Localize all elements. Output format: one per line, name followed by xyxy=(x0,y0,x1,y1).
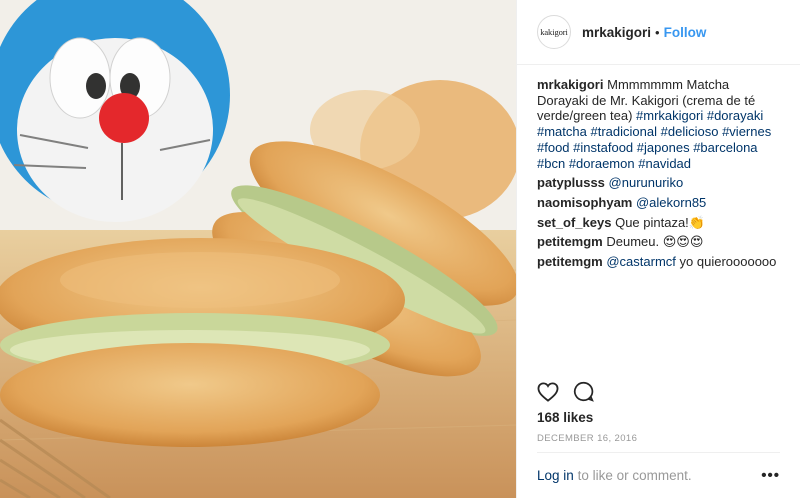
hashtag-link[interactable]: #matcha xyxy=(537,124,587,139)
header-separator: • xyxy=(655,24,660,40)
comment-mention[interactable]: @alekorn85 xyxy=(636,195,706,210)
hashtag-link[interactable]: #barcelona xyxy=(693,140,757,155)
comment-mention[interactable]: @castarmcf xyxy=(606,254,676,269)
hashtag-link[interactable]: #mrkakigori xyxy=(636,108,703,123)
post-actions xyxy=(537,381,594,402)
hashtag-link[interactable]: #tradicional xyxy=(591,124,658,139)
avatar[interactable]: kakigori xyxy=(537,15,571,49)
hashtag-link[interactable]: #bcn xyxy=(537,156,565,171)
comment-text: Que pintaza!👏 xyxy=(615,214,705,230)
login-prompt: Log in to like or comment. ••• xyxy=(537,466,780,484)
hashtag-link[interactable]: #delicioso xyxy=(661,124,719,139)
caption-username[interactable]: mrkakigori xyxy=(537,77,603,92)
comment-username[interactable]: patyplusss xyxy=(537,175,605,190)
hashtag-link[interactable]: #food xyxy=(537,140,570,155)
comment-bubble-icon[interactable] xyxy=(573,381,594,402)
hashtag-link[interactable]: #dorayaki xyxy=(707,108,763,123)
post-side-panel: kakigori mrkakigori • Follow mrkakigori … xyxy=(516,0,800,498)
hashtag-link[interactable]: #doraemon xyxy=(569,156,635,171)
likes-count[interactable]: 168 likes xyxy=(537,410,593,425)
login-link[interactable]: Log in xyxy=(537,468,574,483)
login-text: Log in to like or comment. xyxy=(537,468,692,483)
hashtag-link[interactable]: #viernes xyxy=(722,124,771,139)
caption-comment: mrkakigori Mmmmmmm Matcha Dorayaki de Mr… xyxy=(537,77,780,171)
comment-item: set_of_keys Que pintaza!👏 xyxy=(537,215,780,231)
comment-mention[interactable]: @nurunuriko xyxy=(609,175,684,190)
post-header: kakigori mrkakigori • Follow xyxy=(517,0,800,65)
divider xyxy=(537,452,780,453)
follow-button[interactable]: Follow xyxy=(664,25,707,40)
more-options-icon[interactable]: ••• xyxy=(761,467,780,484)
comments-list: mrkakigori Mmmmmmm Matcha Dorayaki de Mr… xyxy=(517,65,800,270)
post-date: DECEMBER 16, 2016 xyxy=(537,433,638,444)
comment-item: naomisophyam @alekorn85 xyxy=(537,195,780,211)
comment-text: Deumeu. 😍😍😍 xyxy=(606,234,704,250)
post-photo xyxy=(0,0,516,498)
hashtag-link[interactable]: #navidad xyxy=(638,156,691,171)
comment-username[interactable]: petitemgm xyxy=(537,254,603,269)
comment-username[interactable]: petitemgm xyxy=(537,234,603,249)
heart-icon[interactable] xyxy=(537,381,559,402)
hashtag-link[interactable]: #japones xyxy=(637,140,690,155)
comment-item: patyplusss @nurunuriko xyxy=(537,175,780,191)
header-username[interactable]: mrkakigori xyxy=(582,25,651,40)
login-rest-text: to like or comment. xyxy=(577,467,692,483)
comment-username[interactable]: set_of_keys xyxy=(537,215,611,230)
comment-item: petitemgm @castarmcf yo quierooooooo xyxy=(537,254,780,270)
comment-username[interactable]: naomisophyam xyxy=(537,195,632,210)
dorayaki-photo-illustration xyxy=(0,0,516,498)
hashtag-link[interactable]: #instafood xyxy=(573,140,633,155)
comment-text: yo quierooooooo xyxy=(679,254,777,270)
comment-item: petitemgm Deumeu. 😍😍😍 xyxy=(537,234,780,250)
